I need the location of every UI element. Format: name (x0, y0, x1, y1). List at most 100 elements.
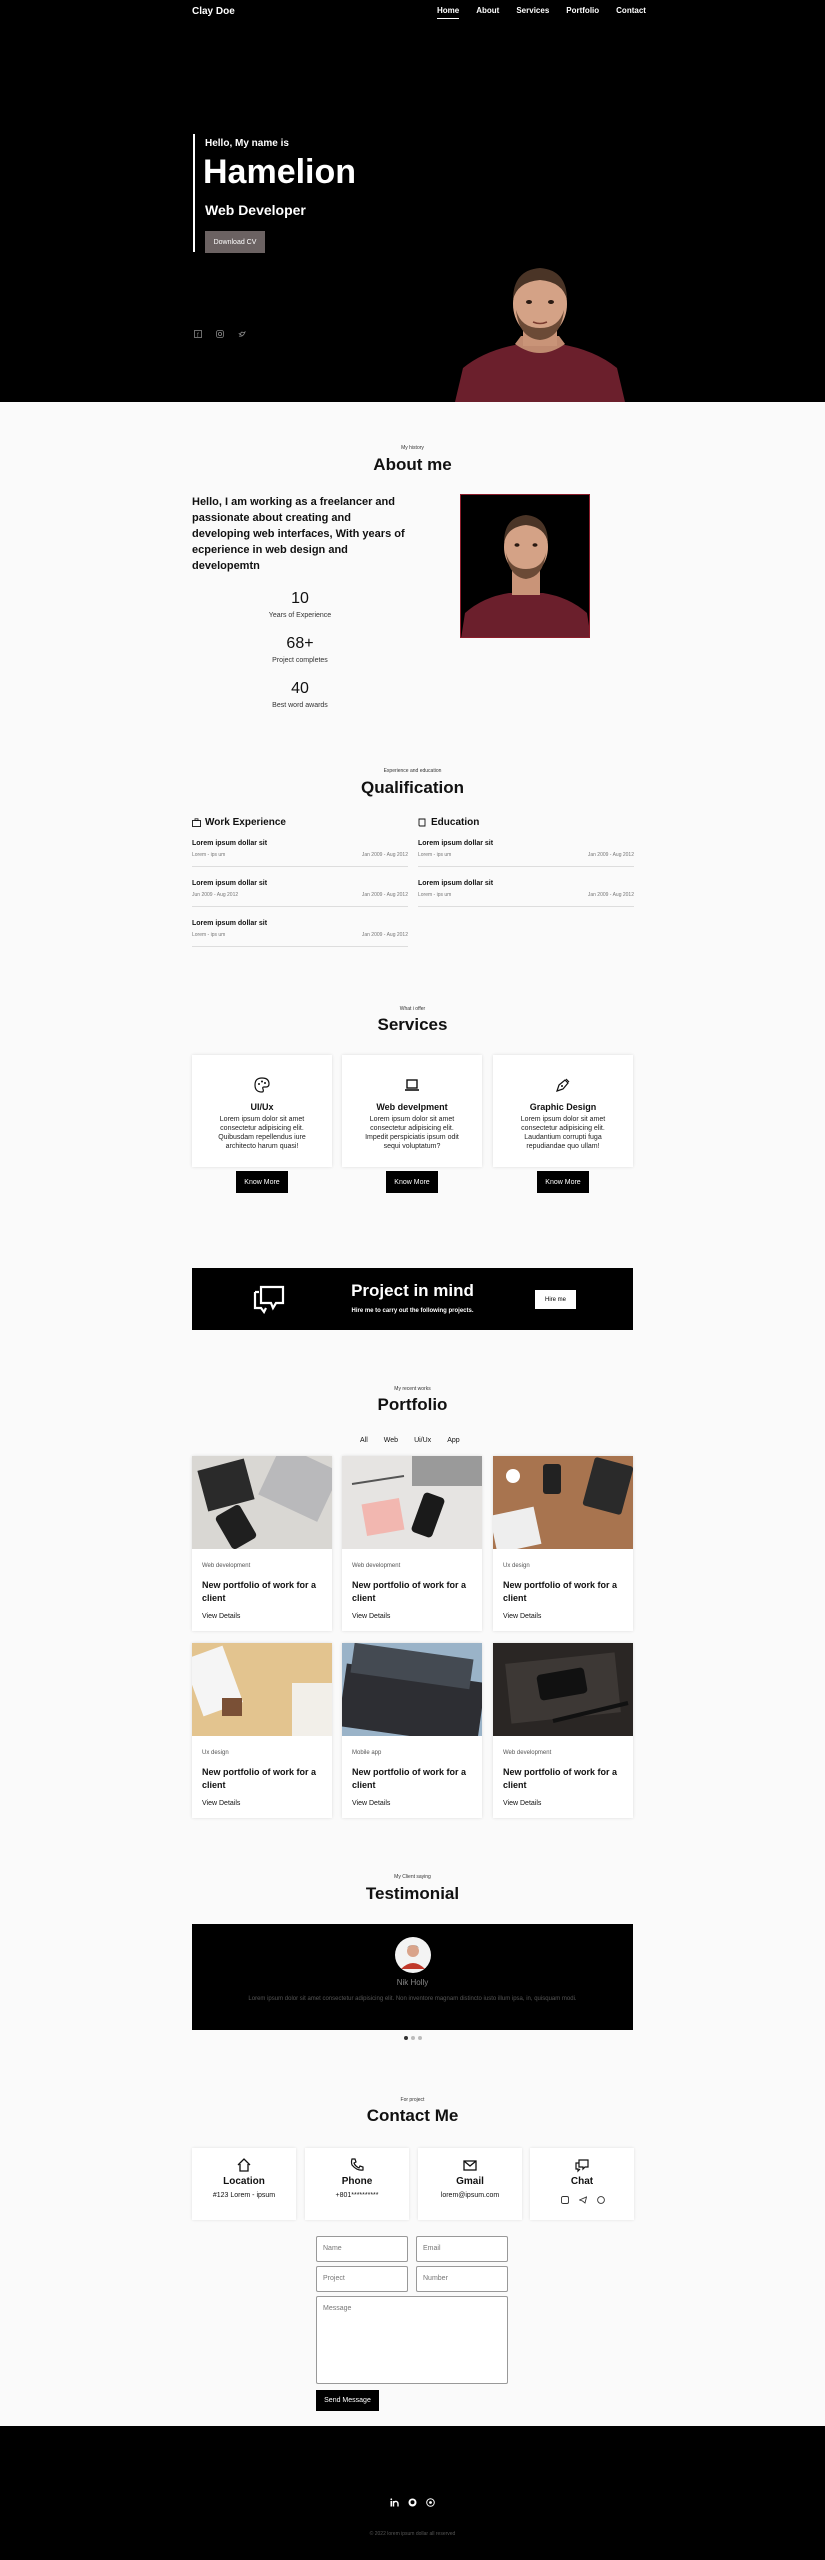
view-details-link[interactable]: View Details (202, 1800, 240, 1807)
filter-app[interactable]: App (447, 1437, 459, 1444)
about-kicker: My history (401, 445, 424, 451)
name-field[interactable]: Name (316, 2236, 408, 2262)
view-details-link[interactable]: View Details (503, 1613, 541, 1620)
download-cv-button[interactable]: Download CV (205, 231, 265, 253)
portfolio-image (342, 1643, 482, 1736)
education-heading[interactable]: Education (418, 817, 479, 828)
portfolio-card: Ux design New portfolio of work for a cl… (192, 1643, 332, 1818)
testimonial-kicker: My Client saying (394, 1874, 431, 1880)
portfolio-image (342, 1456, 482, 1549)
laptop-icon (405, 1079, 419, 1091)
number-field[interactable]: Number (416, 2266, 508, 2292)
stat-years-number: 10 (291, 590, 309, 607)
palette-icon (254, 1077, 270, 1093)
stat-awards-number: 40 (291, 680, 309, 697)
nav-portfolio[interactable]: Portfolio (566, 6, 599, 15)
hero-section: Clay Doe Home About Services Portfolio C… (0, 0, 825, 402)
services-title: Services (377, 1015, 448, 1034)
portfolio-card: Mobile app New portfolio of work for a c… (342, 1643, 482, 1818)
portfolio-image (192, 1456, 332, 1549)
github-icon[interactable] (407, 2497, 417, 2507)
portfolio-card: Web development New portfolio of work fo… (192, 1456, 332, 1631)
work-experience-heading[interactable]: Work Experience (192, 817, 286, 828)
view-details-link[interactable]: View Details (202, 1613, 240, 1620)
message-field[interactable]: Message (316, 2296, 508, 2384)
view-details-link[interactable]: View Details (352, 1613, 390, 1620)
home-icon (237, 2158, 251, 2172)
education-label: Education (431, 817, 480, 828)
nav-services[interactable]: Services (516, 6, 549, 15)
testimonial-card: Nik Holly Lorem ipsum dolor sit amet con… (192, 1924, 633, 2030)
brand-logo[interactable]: Clay Doe (192, 6, 235, 17)
book-icon (418, 818, 426, 827)
hero-name: Hamelion (203, 153, 357, 191)
nav-contact[interactable]: Contact (616, 6, 646, 15)
contact-card-chat: Chat (530, 2148, 634, 2220)
hero-greeting: Hello, My name is (205, 138, 289, 149)
portfolio-card: Web development New portfolio of work fo… (342, 1456, 482, 1631)
email-field[interactable]: Email (416, 2236, 508, 2262)
portfolio-image (192, 1643, 332, 1736)
messenger-icon[interactable] (597, 2196, 605, 2204)
send-message-button[interactable]: Send Message (316, 2390, 379, 2411)
nav-home[interactable]: Home (437, 6, 460, 19)
hero-accent-bar (193, 134, 195, 252)
chat-icon (575, 2159, 589, 2173)
carousel-dot-active[interactable] (404, 2036, 408, 2040)
work-item: Lorem ipsum dollar sit Lorem - ips um Jan… (192, 840, 408, 867)
view-details-link[interactable]: View Details (352, 1800, 390, 1807)
footer (0, 2426, 825, 2560)
project-field[interactable]: Project (316, 2266, 408, 2292)
twitter-icon[interactable] (237, 329, 247, 339)
hero-role: Web Developer (205, 202, 306, 218)
instagram-icon[interactable] (215, 329, 225, 339)
carousel-dot[interactable] (411, 2036, 415, 2040)
portfolio-card: Web development New portfolio of work fo… (493, 1643, 633, 1818)
work-item: Lorem ipsum dollar sit Jun 2009 - Aug 20… (192, 880, 408, 907)
contact-card-gmail: Gmail lorem@ipsum.com (418, 2148, 522, 2220)
about-portrait-image (460, 494, 590, 638)
linkedin-icon[interactable] (389, 2497, 399, 2507)
contact-kicker: For project (400, 2097, 425, 2103)
portfolio-title: Portfolio (377, 1395, 448, 1414)
portfolio-filters: All Web Ui/Ux App (360, 1437, 476, 1444)
education-item: Lorem ipsum dollar sit Lorem - ips um Jan… (418, 840, 634, 867)
main-nav: Home About Services Portfolio Contact (437, 6, 663, 19)
facebook-icon[interactable]: f (193, 329, 203, 339)
carousel-dot[interactable] (418, 2036, 422, 2040)
portfolio-image (493, 1456, 633, 1549)
project-banner: Project in mind Hire me to carry out the… (192, 1268, 633, 1330)
page: Clay Doe Home About Services Portfolio C… (0, 0, 825, 2560)
service-card-webdev: Web develpment Lorem ipsum dolor sit ame… (342, 1055, 482, 1167)
filter-all[interactable]: All (360, 1437, 368, 1444)
education-item: Lorem ipsum dollar sit Lorem - ips um Jan… (418, 880, 634, 907)
qualification-title: Qualification (361, 778, 464, 797)
know-more-button[interactable]: Know More (236, 1171, 288, 1193)
stat-projects-label: Project completes (272, 657, 328, 664)
dribbble-icon[interactable] (425, 2497, 435, 2507)
contact-title: Contact Me (366, 2106, 459, 2125)
pen-tool-icon (556, 1078, 570, 1092)
hire-me-button[interactable]: Hire me (535, 1290, 576, 1309)
hero-portrait-image (455, 258, 625, 402)
filter-uiux[interactable]: Ui/Ux (414, 1437, 431, 1444)
work-item: Lorem ipsum dollar sit Lorem - ips um Jan… (192, 920, 408, 947)
whatsapp-icon[interactable] (561, 2196, 569, 2204)
testimonial-quote: Lorem ipsum dolor sit amet consectetur a… (248, 1996, 577, 2002)
nav-about[interactable]: About (476, 6, 499, 15)
avatar (395, 1937, 431, 1973)
filter-web[interactable]: Web (384, 1437, 398, 1444)
testimonial-title: Testimonial (365, 1884, 460, 1903)
mail-icon (463, 2160, 477, 2171)
service-card-graphic: Graphic Design Lorem ipsum dolor sit ame… (493, 1055, 633, 1167)
stat-awards-label: Best word awards (272, 702, 328, 709)
stat-projects-number: 68+ (286, 635, 314, 652)
know-more-button[interactable]: Know More (537, 1171, 589, 1193)
view-details-link[interactable]: View Details (503, 1800, 541, 1807)
services-kicker: What i offer (399, 1006, 426, 1012)
portfolio-card: Ux design New portfolio of work for a cl… (493, 1456, 633, 1631)
know-more-button[interactable]: Know More (386, 1171, 438, 1193)
work-experience-label: Work Experience (205, 817, 286, 828)
telegram-icon[interactable] (579, 2196, 587, 2204)
briefcase-icon (192, 818, 201, 827)
